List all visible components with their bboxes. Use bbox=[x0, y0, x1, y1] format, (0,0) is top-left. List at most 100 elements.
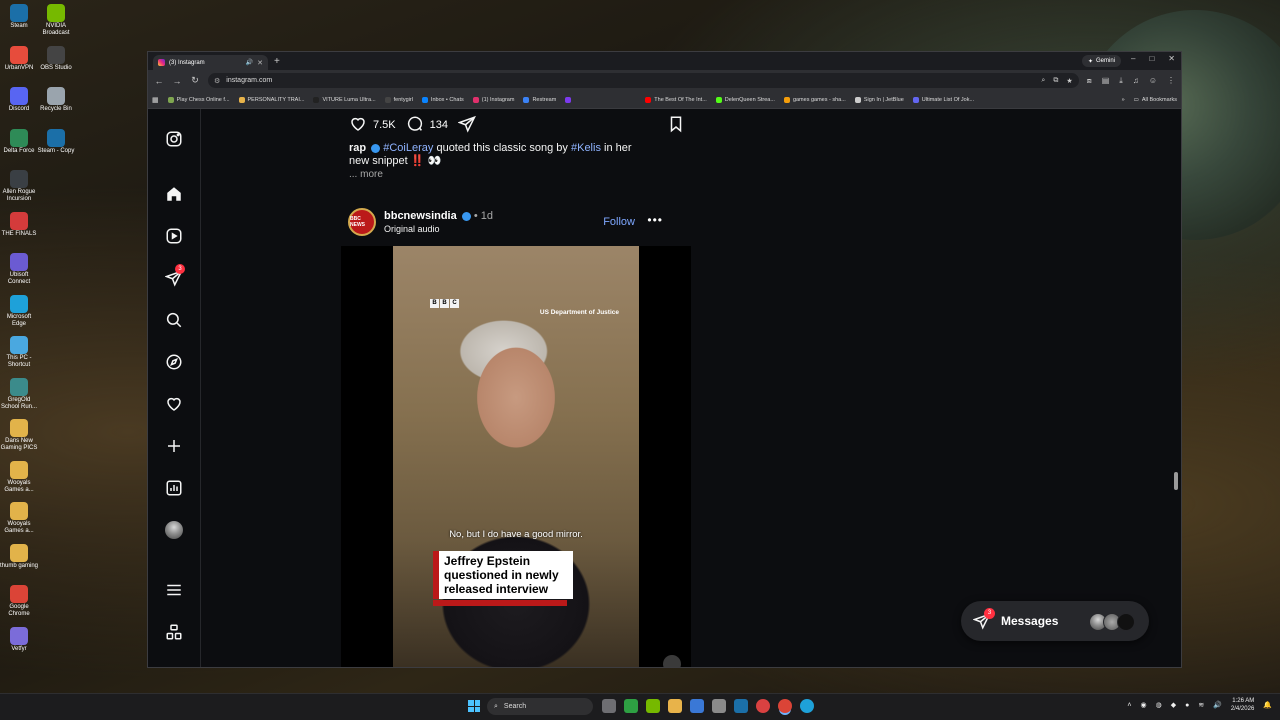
profile-avatar[interactable] bbox=[165, 521, 183, 539]
desktop-shortcut[interactable]: THE FINALS bbox=[0, 211, 39, 238]
reels-icon[interactable] bbox=[165, 227, 183, 245]
more-menu-icon[interactable] bbox=[165, 581, 183, 599]
back-arrow-icon[interactable]: ← bbox=[154, 76, 164, 86]
post-options-icon[interactable]: ••• bbox=[647, 213, 663, 227]
reload-icon[interactable]: ↻ bbox=[190, 75, 200, 86]
desktop-shortcut[interactable]: Wooyals Games a... bbox=[0, 502, 39, 535]
desktop-shortcut[interactable]: thumb gaming bbox=[0, 543, 39, 570]
bookmark-item[interactable]: Ultimate List Of Jok... bbox=[912, 96, 974, 103]
desktop-shortcut[interactable]: Steam bbox=[0, 4, 39, 30]
bookmark-item[interactable] bbox=[565, 96, 574, 103]
mute-audio-icon[interactable] bbox=[663, 655, 681, 667]
store-app-icon[interactable] bbox=[690, 699, 704, 713]
desktop-shortcut[interactable]: Wooyals Games a... bbox=[0, 460, 39, 494]
desktop-shortcut[interactable]: This PC - Shortcut bbox=[0, 336, 39, 369]
steam-app-icon[interactable] bbox=[734, 699, 748, 713]
tray-app-icon[interactable]: ● bbox=[1185, 702, 1189, 709]
post-video[interactable]: B B C US Department of Justice No, but I… bbox=[341, 246, 691, 667]
volume-icon[interactable]: 🔊 bbox=[1213, 701, 1222, 709]
bookmark-item[interactable]: (1) Instagram bbox=[472, 96, 514, 103]
tray-chevron-icon[interactable]: ˄ bbox=[1127, 702, 1131, 709]
original-audio-link[interactable]: Original audio bbox=[384, 224, 440, 234]
desktop-shortcut[interactable]: Allen Rogue Incursion bbox=[0, 170, 39, 203]
windows-start-icon[interactable] bbox=[468, 700, 480, 712]
maximize-button[interactable]: □ bbox=[1149, 54, 1154, 63]
wifi-icon[interactable]: ≋ bbox=[1198, 701, 1204, 709]
bookmark-item[interactable]: Restream bbox=[523, 96, 556, 103]
desktop-shortcut[interactable]: Google Chrome bbox=[0, 585, 39, 618]
clock[interactable]: 1:26 AM 2/4/2026 bbox=[1231, 697, 1254, 713]
dashboard-chart-icon[interactable] bbox=[165, 479, 183, 497]
also-from-meta-icon[interactable] bbox=[165, 623, 183, 641]
chrome-app-icon[interactable] bbox=[778, 699, 792, 713]
desktop-shortcut[interactable]: Delta Force bbox=[0, 128, 39, 155]
page-scrollbar-thumb[interactable] bbox=[1174, 472, 1178, 490]
task-view-icon[interactable] bbox=[602, 699, 616, 713]
notifications-heart-icon[interactable] bbox=[165, 395, 183, 413]
create-plus-icon[interactable] bbox=[165, 437, 183, 455]
bookmark-item[interactable]: PERSONALITY TRAI... bbox=[238, 96, 304, 103]
apps-grid-icon[interactable]: ▦ bbox=[152, 96, 159, 104]
zoom-icon[interactable]: ⌕ bbox=[1041, 77, 1045, 85]
desktop-shortcut[interactable]: Steam - Copy bbox=[36, 128, 76, 155]
sidepanel-icon[interactable]: ▤ bbox=[1102, 76, 1110, 86]
app-icon[interactable] bbox=[756, 699, 770, 713]
desktop-shortcut[interactable]: Recycle Bin bbox=[36, 87, 76, 113]
bookmark-item[interactable]: Play Chess Online f... bbox=[167, 96, 230, 103]
bbc-news-avatar[interactable]: BBC NEWS bbox=[348, 208, 376, 236]
desktop-shortcut[interactable]: Microsoft Edge bbox=[0, 294, 39, 328]
bookmark-item[interactable]: DelenQueen Strea... bbox=[715, 96, 775, 103]
caption-username[interactable]: rap bbox=[349, 142, 366, 154]
desktop-shortcut[interactable]: UrbanVPN bbox=[0, 45, 39, 72]
hashtag-coileray[interactable]: #CoiLeray bbox=[383, 142, 433, 154]
media-icon[interactable]: ♫ bbox=[1133, 76, 1139, 86]
follow-button[interactable]: Follow bbox=[603, 216, 635, 228]
desktop-shortcut[interactable]: Vetfyr bbox=[0, 626, 39, 653]
all-bookmarks-folder[interactable]: ▭ All Bookmarks bbox=[1134, 97, 1177, 103]
site-info-icon[interactable]: ⚙ bbox=[214, 77, 220, 85]
like-heart-icon[interactable] bbox=[349, 115, 367, 136]
save-bookmark-icon[interactable] bbox=[667, 115, 685, 136]
home-icon[interactable] bbox=[165, 185, 183, 203]
bookmark-item[interactable]: Sign In | JetBlue bbox=[854, 96, 904, 103]
instagram-logo-icon[interactable] bbox=[165, 130, 183, 148]
file-explorer-icon[interactable] bbox=[668, 699, 682, 713]
bookmark-star-icon[interactable]: ★ bbox=[1066, 77, 1072, 85]
bookmark-item[interactable]: Inbox • Chats bbox=[421, 96, 464, 103]
desktop-shortcut[interactable]: GregOld School Run... bbox=[0, 377, 39, 411]
nvidia-app-icon[interactable] bbox=[646, 699, 660, 713]
bookmark-item[interactable]: VITURE Luma Ultra... bbox=[313, 96, 376, 103]
download-icon[interactable]: ⤓ bbox=[1119, 76, 1123, 86]
desktop-shortcut[interactable]: Ubisoft Connect bbox=[0, 253, 39, 286]
post-username[interactable]: bbcnewsindia bbox=[384, 210, 457, 222]
hashtag-kelis[interactable]: #Kelis bbox=[571, 142, 601, 154]
taskbar-search[interactable]: ⌕ Search bbox=[487, 698, 593, 715]
forward-arrow-icon[interactable]: → bbox=[172, 76, 182, 86]
chrome-menu-icon[interactable]: ⋮ bbox=[1167, 76, 1175, 86]
gemini-button[interactable]: ✦ Gemini bbox=[1081, 55, 1121, 67]
address-bar[interactable]: ⚙ instagram.com ⌕ ⧉ ★ bbox=[208, 73, 1079, 88]
more-bookmarks-icon[interactable]: » bbox=[1122, 97, 1125, 103]
tab-instagram[interactable]: (3) Instagram 🔊 ✕ bbox=[153, 55, 268, 70]
settings-gear-icon[interactable] bbox=[712, 699, 726, 713]
search-icon[interactable] bbox=[165, 311, 183, 329]
minimize-button[interactable]: – bbox=[1131, 54, 1135, 63]
desktop-shortcut[interactable]: Discord bbox=[0, 87, 39, 113]
desktop-shortcut[interactable]: Dans New Gaming PICS bbox=[0, 419, 39, 452]
share-icon[interactable] bbox=[457, 115, 476, 136]
messages-pill[interactable]: 3 Messages bbox=[961, 601, 1149, 641]
extensions-icon[interactable]: ⧈ bbox=[1087, 76, 1092, 86]
bookmark-item[interactable]: fentygirl bbox=[384, 96, 413, 103]
tray-app-icon[interactable]: ◍ bbox=[1156, 701, 1162, 709]
tray-app-icon[interactable]: ◉ bbox=[1140, 701, 1146, 709]
desktop-shortcut[interactable]: NVIDIA Broadcast bbox=[36, 4, 76, 37]
play-app-icon[interactable] bbox=[624, 699, 638, 713]
notification-bell-icon[interactable]: 🔔 bbox=[1263, 701, 1272, 709]
close-window-button[interactable]: ✕ bbox=[1168, 54, 1175, 63]
comment-icon[interactable] bbox=[406, 115, 424, 136]
close-tab-icon[interactable]: ✕ bbox=[257, 59, 263, 67]
install-app-icon[interactable]: ⧉ bbox=[1053, 77, 1058, 85]
edge-app-icon[interactable] bbox=[800, 699, 814, 713]
desktop-shortcut[interactable]: OBS Studio bbox=[36, 45, 76, 72]
new-tab-button[interactable]: + bbox=[274, 56, 280, 67]
